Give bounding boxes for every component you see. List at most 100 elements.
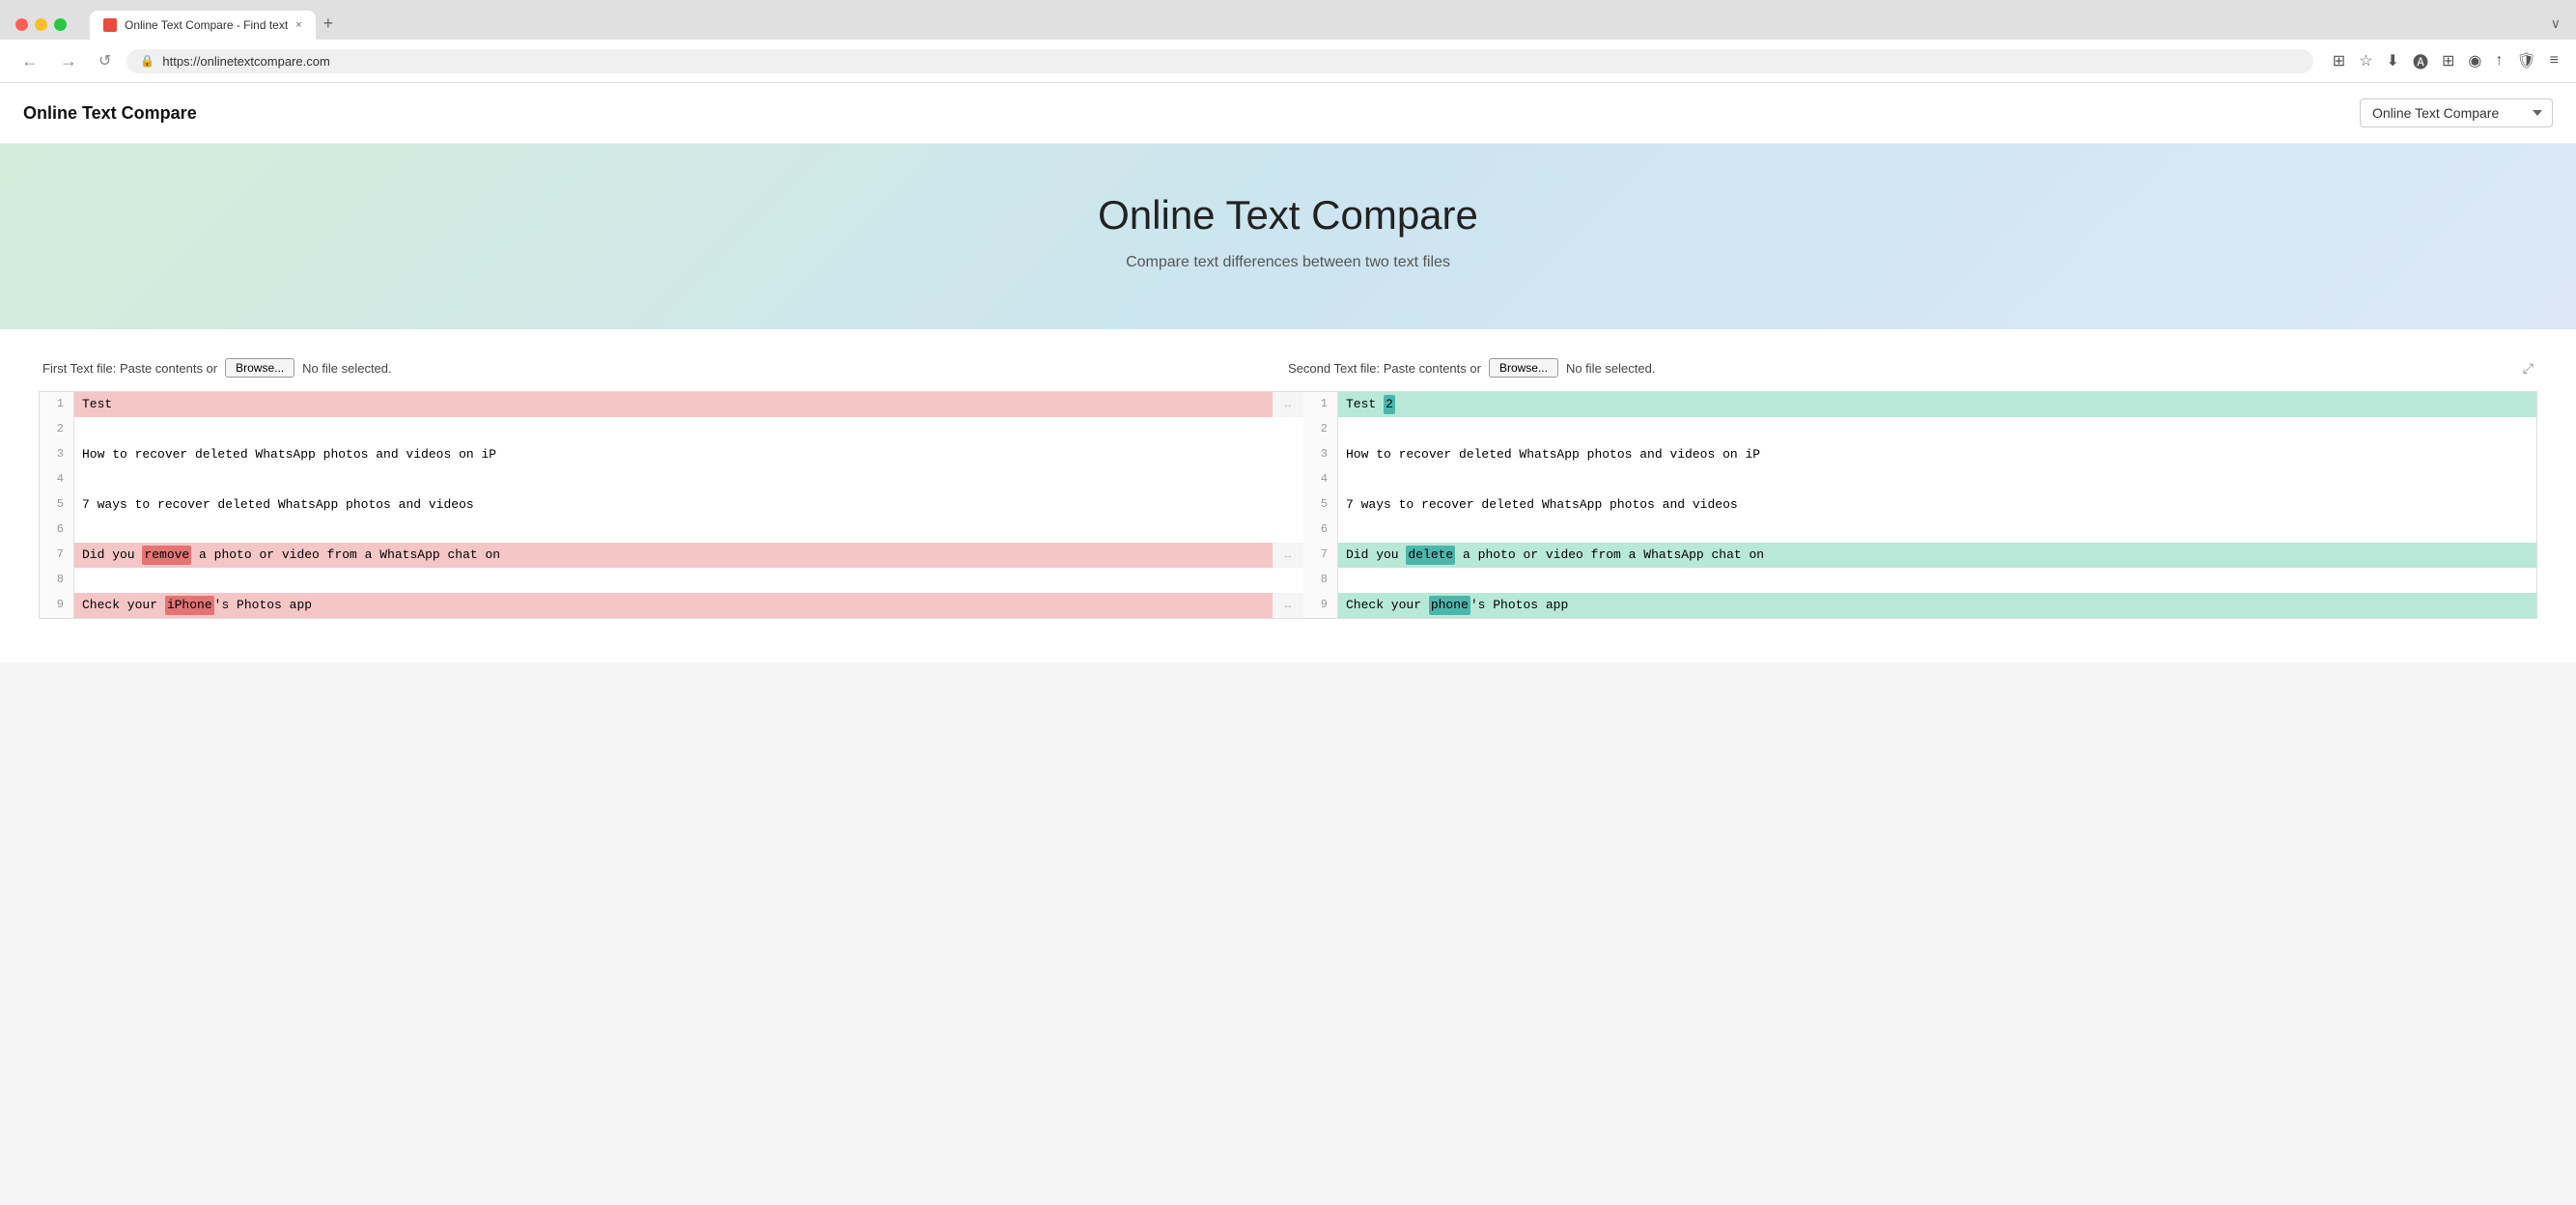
left-panel-label: First Text file: Paste contents or (42, 361, 217, 376)
line-number: 1 (40, 392, 74, 417)
line-number: 7 (1303, 543, 1338, 568)
right-panel-header: Second Text file: Paste contents or Brow… (1288, 358, 2534, 378)
diff-line-right-3: 3 How to recover deleted WhatsApp photos… (1303, 442, 2536, 467)
site-nav-dropdown[interactable]: Online Text Compare (2360, 98, 2553, 127)
line-number: 4 (40, 467, 74, 492)
container-icon[interactable]: ◉ (2466, 49, 2483, 72)
line-number: 9 (1303, 593, 1338, 618)
diff-line-left-5: 5 7 ways to recover deleted WhatsApp pho… (40, 492, 1273, 518)
diff-line-left-3: 3 How to recover deleted WhatsApp photos… (40, 442, 1273, 467)
tab-favicon-icon (103, 18, 117, 32)
line-number: 6 (1303, 518, 1338, 543)
nav-bar: ← → ↺ 🔒 https://onlinetextcompare.com ⊞ … (0, 40, 2576, 83)
active-tab[interactable]: Online Text Compare - Find text × (90, 11, 316, 40)
line-content (74, 568, 1273, 593)
right-diff-panel: 1 Test 2 2 3 How to recover deleted What… (1303, 391, 2537, 619)
left-browse-button[interactable]: Browse... (225, 358, 294, 378)
line-number: 9 (40, 593, 74, 618)
line-content: How to recover deleted WhatsApp photos a… (1338, 442, 2536, 467)
bookmark-icon[interactable]: ☆ (2357, 49, 2374, 72)
inline-diff-span: remove (142, 546, 191, 566)
browser-chrome: Online Text Compare - Find text × + ∨ ← … (0, 0, 2576, 83)
diff-line-right-6: 6 (1303, 518, 2536, 543)
address-bar[interactable]: 🔒 https://onlinetextcompare.com (126, 49, 2312, 73)
sync-row-5 (1273, 492, 1303, 518)
new-tab-button[interactable]: + (316, 10, 342, 38)
back-button[interactable]: ← (15, 49, 44, 73)
sync-row-3 (1273, 442, 1303, 467)
compare-section: First Text file: Paste contents or Brows… (0, 329, 2576, 648)
sync-row-7: ↔ (1273, 543, 1303, 568)
line-content: Test 2 (1338, 392, 2536, 417)
diff-line-left-6: 6 (40, 518, 1273, 543)
line-content (1338, 417, 2536, 442)
minimize-button[interactable] (35, 18, 47, 31)
line-number: 3 (1303, 442, 1338, 467)
right-diff-editor[interactable]: 1 Test 2 2 3 How to recover deleted What… (1303, 392, 2536, 618)
refresh-button[interactable]: ↺ (93, 49, 117, 72)
diff-line-left-4: 4 (40, 467, 1273, 492)
forward-button[interactable]: → (54, 49, 83, 73)
line-number: 4 (1303, 467, 1338, 492)
line-number: 2 (40, 417, 74, 442)
sync-row-9: ↔ (1273, 593, 1303, 618)
left-panel-header: First Text file: Paste contents or Brows… (42, 358, 1288, 378)
expand-icon[interactable]: ⤢ (2523, 360, 2534, 377)
tab-title: Online Text Compare - Find text (125, 18, 288, 32)
line-content: Test (74, 392, 1273, 417)
page-content: Online Text Compare Online Text Compare … (0, 83, 2576, 662)
inline-diff-span: delete (1406, 546, 1455, 566)
left-diff-editor[interactable]: 1 Test 2 3 How to recover deleted WhatsA… (40, 392, 1273, 618)
site-header: Online Text Compare Online Text Compare (0, 83, 2576, 144)
diff-panels-wrapper: 1 Test 2 3 How to recover deleted WhatsA… (39, 391, 2537, 619)
sync-row-2 (1273, 417, 1303, 442)
shield-icon[interactable]: 🛡 (2514, 49, 2537, 72)
left-diff-panel: 1 Test 2 3 How to recover deleted WhatsA… (39, 391, 1273, 619)
security-icon: 🔒 (140, 54, 154, 68)
inline-diff-span: 2 (1384, 395, 1395, 415)
url-display: https://onlinetextcompare.com (162, 54, 2299, 69)
account-icon[interactable]: 🅐 (2411, 47, 2430, 74)
line-content (74, 417, 1273, 442)
diff-line-left-7: 7 Did you remove a photo or video from a… (40, 543, 1273, 568)
hero-title: Online Text Compare (23, 192, 2553, 238)
sync-icon[interactable]: ⊞ (2440, 49, 2456, 72)
inline-diff-span: phone (1429, 596, 1470, 616)
diff-line-right-1: 1 Test 2 (1303, 392, 2536, 417)
line-content (1338, 467, 2536, 492)
diff-line-right-7: 7 Did you delete a photo or video from a… (1303, 543, 2536, 568)
inline-diff-span: iPhone (165, 596, 214, 616)
diff-line-left-8: 8 (40, 568, 1273, 593)
right-file-status: No file selected. (1566, 361, 1656, 376)
diff-line-right-8: 8 (1303, 568, 2536, 593)
hero-subtitle: Compare text differences between two tex… (23, 254, 2553, 271)
line-number: 5 (1303, 492, 1338, 518)
title-bar: Online Text Compare - Find text × + ∨ (0, 0, 2576, 40)
sync-row-1: ↔ (1273, 392, 1303, 417)
line-number: 7 (40, 543, 74, 568)
diff-line-left-9: 9 Check your iPhone's Photos app (40, 593, 1273, 618)
line-content: Did you delete a photo or video from a W… (1338, 543, 2536, 568)
pocket-icon[interactable]: ⬇ (2385, 49, 2401, 72)
browser-toolbar-icons: ⊞ ☆ ⬇ 🅐 ⊞ ◉ ↑ 🛡 ≡ (2331, 47, 2561, 74)
line-number: 5 (40, 492, 74, 518)
share-icon[interactable]: ↑ (2493, 50, 2505, 71)
right-browse-button[interactable]: Browse... (1489, 358, 1558, 378)
extensions-icon[interactable]: ⊞ (2331, 49, 2347, 72)
maximize-button[interactable] (54, 18, 67, 31)
menu-icon[interactable]: ≡ (2548, 50, 2561, 71)
diff-line-right-5: 5 7 ways to recover deleted WhatsApp pho… (1303, 492, 2536, 518)
right-panel-label: Second Text file: Paste contents or (1288, 361, 1481, 376)
diff-line-left-2: 2 (40, 417, 1273, 442)
line-content: Did you remove a photo or video from a W… (74, 543, 1273, 568)
line-number: 3 (40, 442, 74, 467)
diff-line-right-9: 9 Check your phone's Photos app (1303, 593, 2536, 618)
sync-row-4 (1273, 467, 1303, 492)
tab-close-button[interactable]: × (295, 19, 301, 31)
line-number: 8 (1303, 568, 1338, 593)
line-number: 6 (40, 518, 74, 543)
line-content: Check your iPhone's Photos app (74, 593, 1273, 618)
tab-list-chevron[interactable]: ∨ (2551, 15, 2561, 32)
left-file-status: No file selected. (302, 361, 392, 376)
close-button[interactable] (15, 18, 28, 31)
